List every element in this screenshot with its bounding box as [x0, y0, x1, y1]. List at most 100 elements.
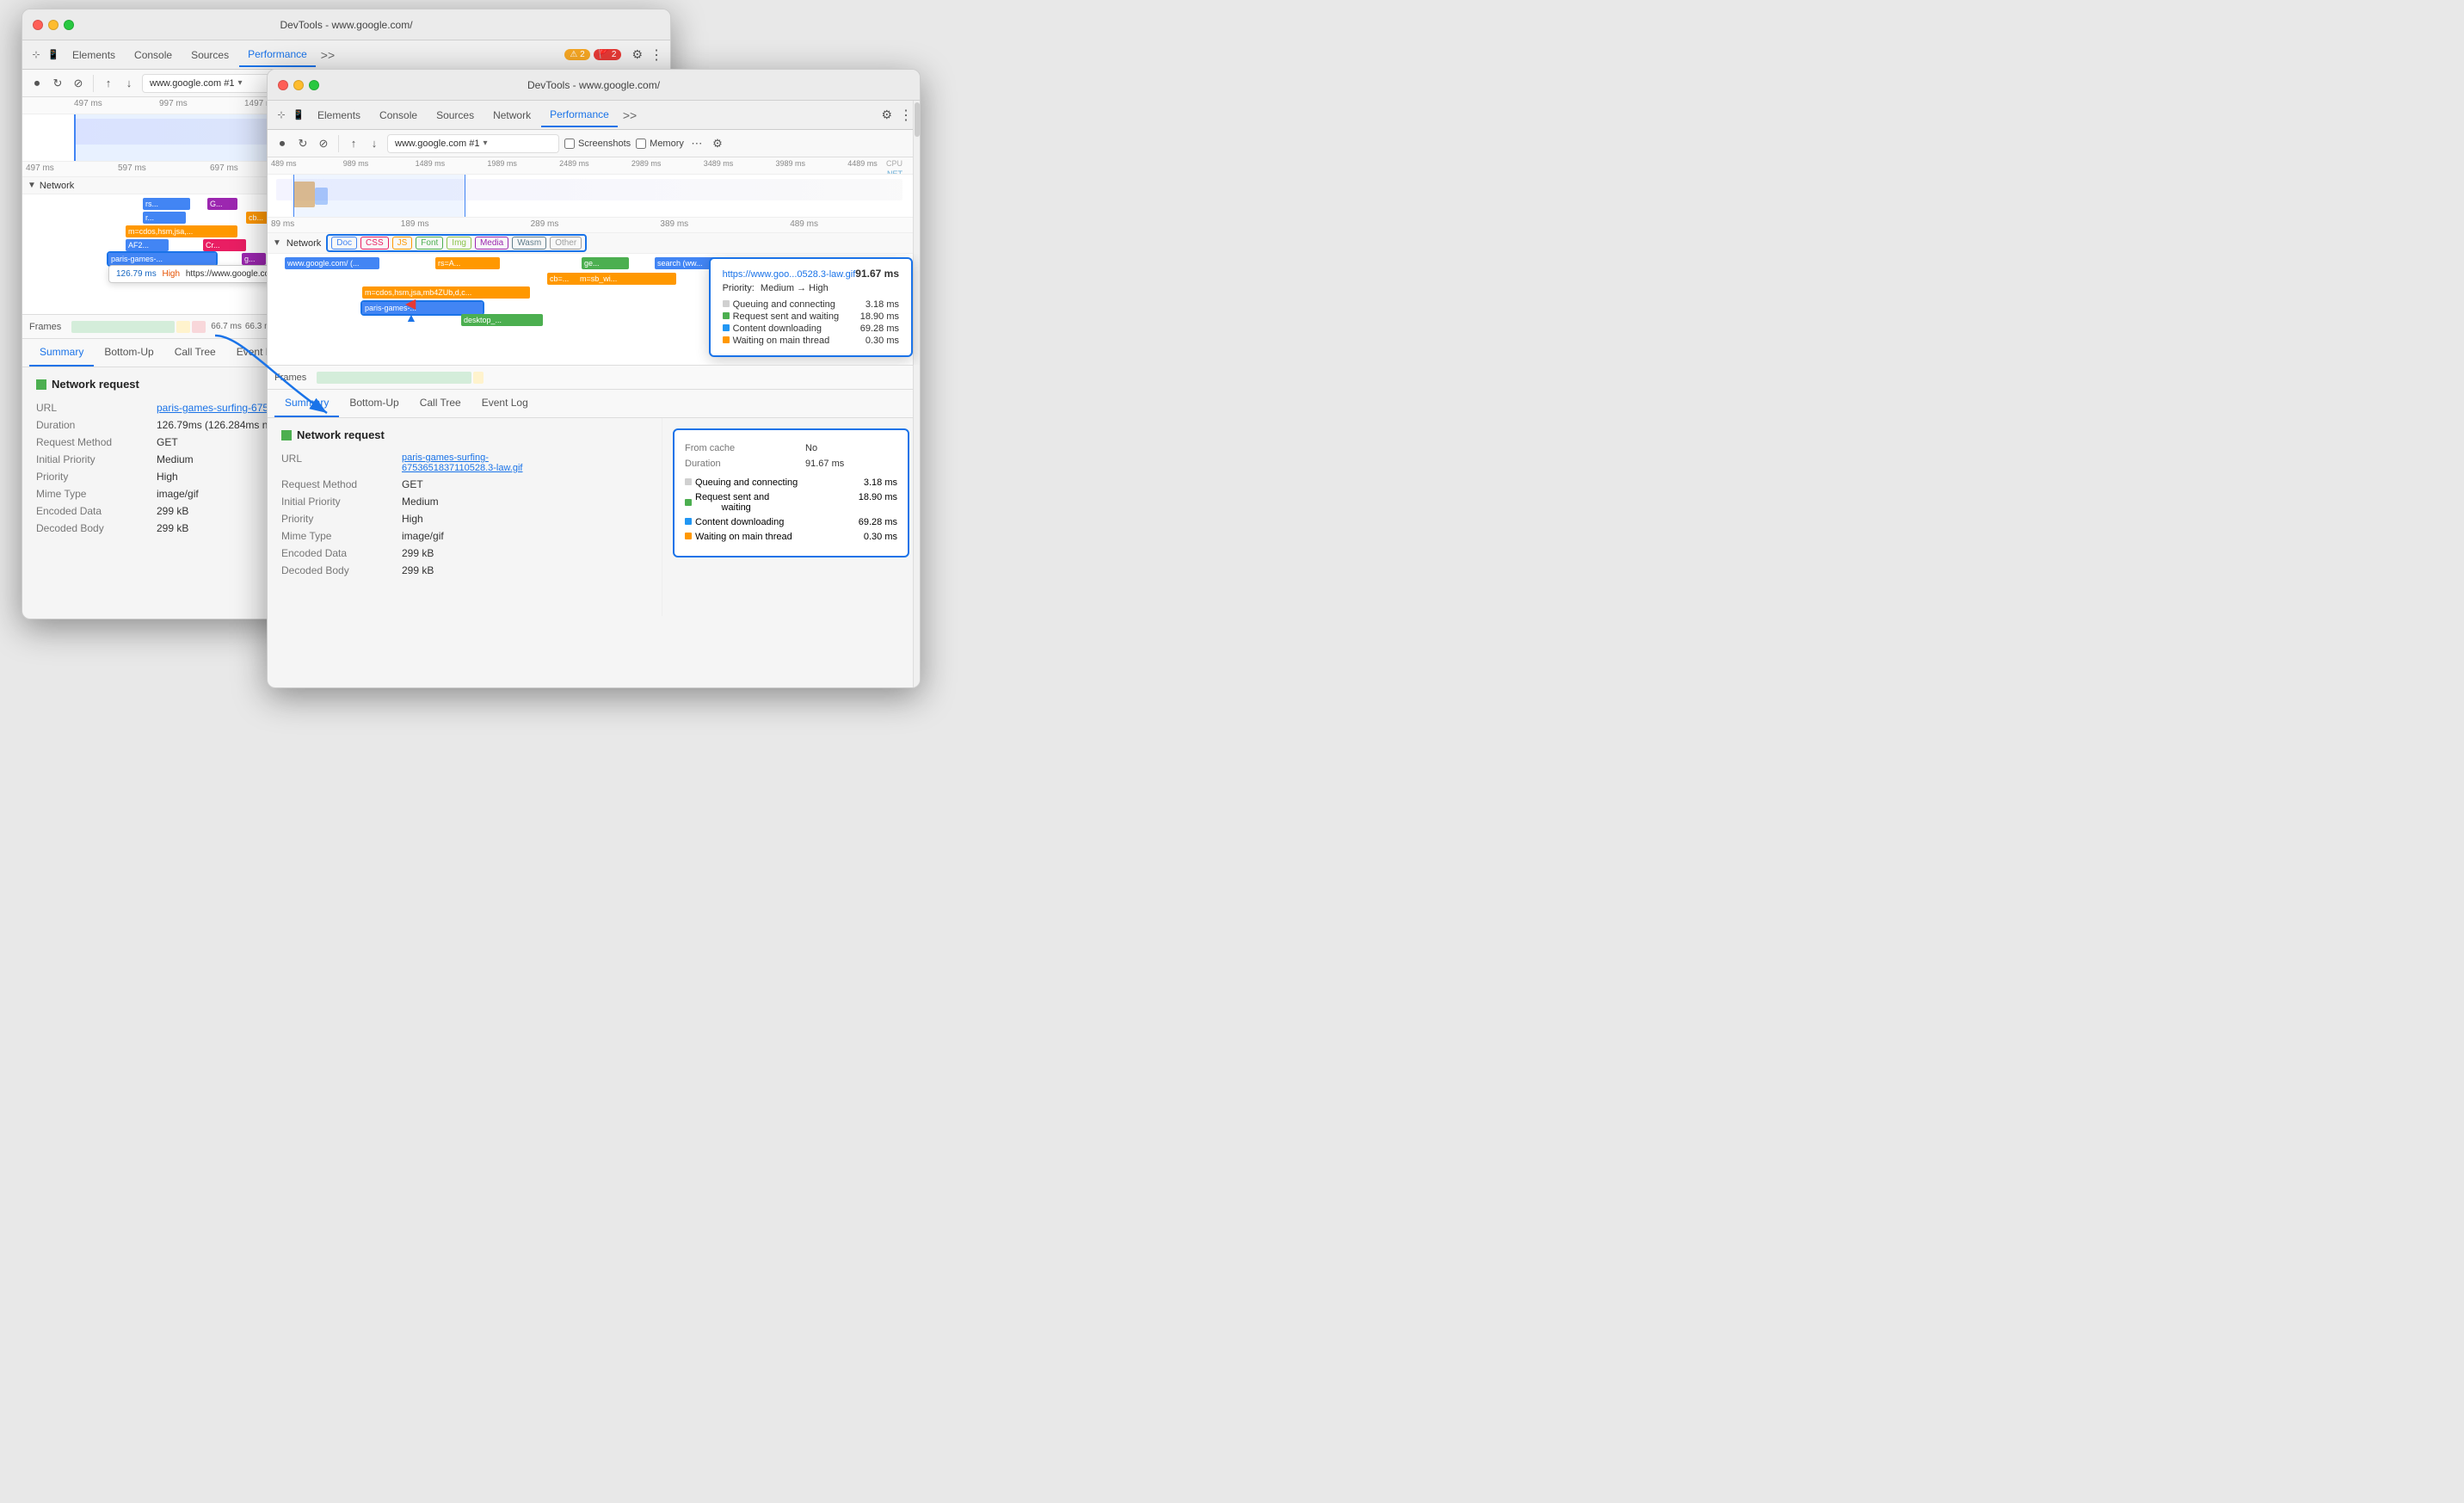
ind-queuing-front	[723, 300, 730, 307]
tab-bottomup-back[interactable]: Bottom-Up	[94, 339, 163, 367]
scrollbar-thumb-front[interactable]	[915, 102, 920, 137]
tab-calltree-front[interactable]: Call Tree	[410, 390, 471, 417]
bar-af2-back[interactable]: AF2...	[126, 239, 169, 251]
minimize-button-front[interactable]	[293, 80, 304, 90]
tab-summary-back[interactable]: Summary	[29, 339, 94, 367]
inspect-icon-front[interactable]: ⊹	[274, 108, 288, 122]
bar-desktop-front[interactable]: desktop_...	[461, 314, 543, 326]
maximize-button-front[interactable]	[309, 80, 319, 90]
tab-more-front[interactable]: >>	[619, 108, 640, 122]
bar-r-back[interactable]: r...	[143, 212, 186, 224]
tab-more-back[interactable]: >>	[317, 48, 338, 62]
filter-css[interactable]: CSS	[360, 237, 389, 249]
info-timing-content-label: Content downloading	[695, 517, 784, 527]
upload-icon-back[interactable]: ↑	[101, 76, 116, 91]
tab-performance-back[interactable]: Performance	[239, 43, 316, 67]
clear-icon-back[interactable]: ⊘	[71, 76, 86, 91]
inspect-icon-back[interactable]: ⊹	[29, 48, 43, 62]
maximize-button-back[interactable]	[64, 20, 74, 30]
mini-chart-front	[268, 175, 920, 218]
tab-elements-back[interactable]: Elements	[64, 44, 124, 66]
mime-value-back: image/gif	[157, 488, 199, 500]
bar-www-front[interactable]: www.google.com/ (...	[285, 257, 379, 269]
url-dropdown-back[interactable]: ▾	[237, 78, 242, 88]
network-collapse-back[interactable]: ▼	[28, 181, 36, 190]
tab-calltree-back[interactable]: Call Tree	[164, 339, 226, 367]
bar-cr-back[interactable]: Cr...	[203, 239, 246, 251]
screenshots-checkbox-front[interactable]	[564, 139, 575, 149]
upload-icon-front[interactable]: ↑	[346, 136, 361, 151]
info-duration-value: 91.67 ms	[805, 459, 844, 469]
reload-icon-front[interactable]: ↻	[295, 136, 311, 151]
timing-queuing-label-front: Queuing and connecting	[733, 299, 835, 310]
frame-block-2-front	[473, 372, 484, 384]
r2-597: 597 ms	[118, 163, 210, 173]
bar-mcdos-back[interactable]: m=cdos,hsm,jsa,...	[126, 225, 237, 237]
tab-bottomup-front[interactable]: Bottom-Up	[339, 390, 409, 417]
bar-rs-back[interactable]: rs...	[143, 198, 190, 210]
url-value-front[interactable]: paris-games-surfing-6753651837110528.3-l…	[402, 453, 522, 473]
tab-eventlog-front[interactable]: Event Log	[471, 390, 539, 417]
filter-tags-box: Doc CSS JS Font Img Media Wasm Other	[326, 234, 587, 252]
close-button-back[interactable]	[33, 20, 43, 30]
tab-summary-front[interactable]: Summary	[274, 390, 339, 417]
encoded-label-back: Encoded Data	[36, 505, 157, 517]
mobile-icon-front[interactable]: 📱	[292, 108, 305, 122]
arrow-left-front: ◀	[405, 295, 416, 312]
tab-console-back[interactable]: Console	[126, 44, 181, 66]
download-icon-back[interactable]: ↓	[121, 76, 137, 91]
settings-icon-back[interactable]: ⚙	[631, 47, 643, 62]
bar-paris-back[interactable]: paris-games-...	[108, 253, 216, 265]
close-button-front[interactable]	[278, 80, 288, 90]
clear-icon-front[interactable]: ⊘	[316, 136, 331, 151]
layers-icon-front[interactable]: ⋯	[689, 136, 705, 151]
bar-g3-back[interactable]: g...	[242, 253, 266, 265]
filter-img[interactable]: Img	[447, 237, 471, 249]
memory-group-front: Memory	[636, 139, 684, 149]
init-priority-label-front: Initial Priority	[281, 496, 402, 508]
bar-rs-front[interactable]: rs=A...	[435, 257, 500, 269]
url-dropdown-front[interactable]: ▾	[483, 139, 487, 148]
url-bar-front[interactable]: www.google.com #1 ▾	[387, 134, 559, 153]
scrollbar-front[interactable]	[913, 101, 920, 687]
filter-other[interactable]: Other	[550, 237, 582, 249]
record-icon-front[interactable]: ⏺	[274, 136, 290, 151]
tab-elements-front[interactable]: Elements	[309, 104, 369, 126]
bar-paris-front[interactable]: paris-games-...	[362, 302, 483, 314]
f-r2-489: 489 ms	[790, 219, 920, 229]
memory-checkbox-front[interactable]	[636, 139, 646, 149]
settings2-icon-front[interactable]: ⚙	[710, 136, 725, 151]
download-icon-front[interactable]: ↓	[367, 136, 382, 151]
f-r2-89: 89 ms	[271, 219, 401, 229]
filter-doc[interactable]: Doc	[331, 237, 357, 249]
tab-console-front[interactable]: Console	[371, 104, 426, 126]
bar-msb-front[interactable]: m=sb_wi...	[577, 273, 676, 285]
bar-g1-back[interactable]: G...	[207, 198, 237, 210]
tab-sources-front[interactable]: Sources	[428, 104, 483, 126]
f-tick-3489: 3489 ms	[704, 159, 776, 168]
priority-value-front: High	[402, 513, 423, 525]
mobile-icon-back[interactable]: 📱	[46, 48, 60, 62]
reload-icon-back[interactable]: ↻	[50, 76, 65, 91]
priority-value-back: High	[157, 471, 178, 483]
tab-performance-front[interactable]: Performance	[541, 103, 618, 127]
bar-ge-front[interactable]: ge...	[582, 257, 629, 269]
settings-icon-front[interactable]: ⚙	[881, 108, 892, 122]
minimize-button-back[interactable]	[48, 20, 59, 30]
title-bar-back: DevTools - www.google.com/	[22, 9, 670, 40]
tab-network-front[interactable]: Network	[484, 104, 539, 126]
network-collapse-front[interactable]: ▼	[273, 238, 281, 248]
filter-media[interactable]: Media	[475, 237, 508, 249]
filter-wasm[interactable]: Wasm	[512, 237, 546, 249]
encoded-label-front: Encoded Data	[281, 547, 402, 559]
bar-mcdos-front[interactable]: m=cdos,hsm,jsa,mb4ZUb,d,c...	[362, 286, 530, 299]
r2-497: 497 ms	[26, 163, 118, 173]
record-icon-back[interactable]: ⏺	[29, 76, 45, 91]
filter-js[interactable]: JS	[392, 237, 413, 249]
ind-waiting-front	[723, 336, 730, 343]
tooltip-url-front: https://www.goo...0528.3-law.gif	[723, 269, 856, 280]
tab-sources-back[interactable]: Sources	[182, 44, 237, 66]
menu-icon-front[interactable]: ⋮	[899, 107, 913, 124]
filter-font[interactable]: Font	[416, 237, 443, 249]
menu-icon-back[interactable]: ⋮	[650, 46, 663, 64]
